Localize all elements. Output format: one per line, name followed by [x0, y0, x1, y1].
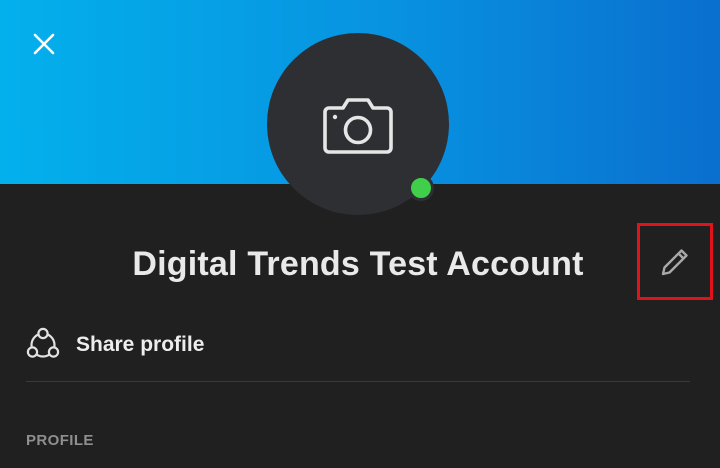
divider	[26, 381, 690, 382]
profile-section-heading: PROFILE	[26, 432, 94, 449]
presence-indicator	[408, 175, 434, 201]
close-icon	[33, 33, 55, 55]
profile-display-name: Digital Trends Test Account	[132, 245, 584, 283]
camera-icon	[323, 98, 393, 154]
pencil-icon	[661, 248, 688, 275]
share-icon	[24, 326, 62, 364]
edit-name-button[interactable]	[637, 223, 713, 300]
close-button[interactable]	[28, 28, 60, 60]
share-profile-button[interactable]: Share profile	[24, 322, 204, 368]
profile-panel: Digital Trends Test Account Share profil…	[0, 0, 720, 468]
share-profile-label: Share profile	[76, 333, 205, 356]
